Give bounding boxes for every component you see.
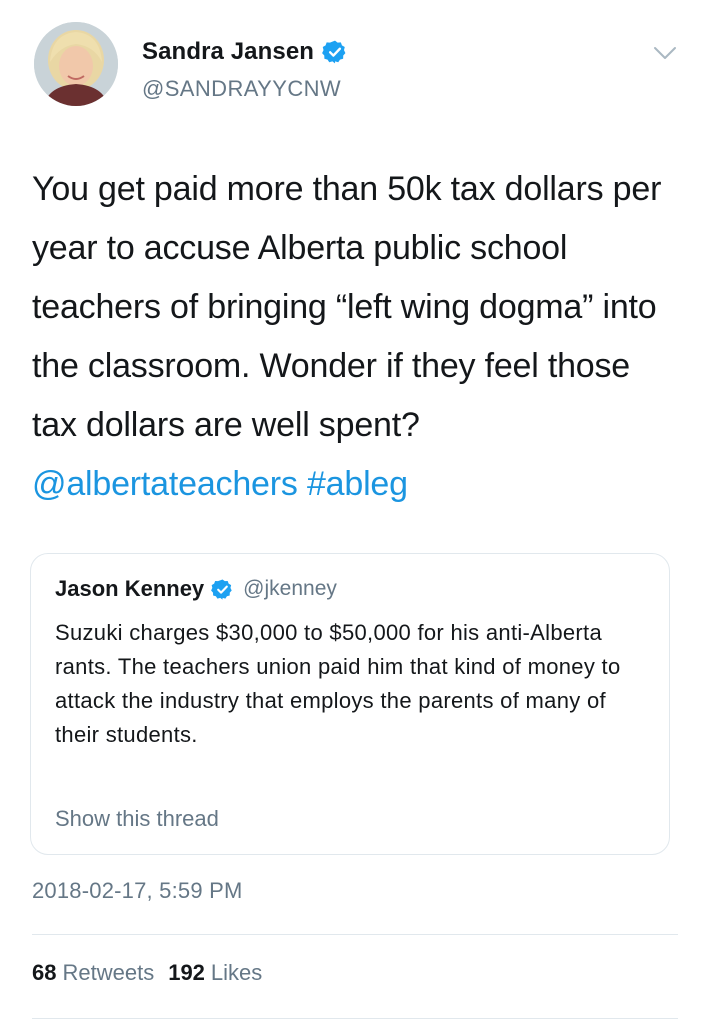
tweet-text: You get paid more than 50k tax dollars p…: [32, 160, 682, 514]
mention-link[interactable]: @albertateachers: [32, 465, 298, 503]
quoted-tweet-card[interactable]: Jason Kenney @jkenney Suzuki charges $30…: [30, 553, 670, 855]
hashtag-link[interactable]: #ableg: [307, 465, 408, 503]
likes-label[interactable]: Likes: [211, 960, 262, 986]
quoted-author-handle: @jkenney: [243, 577, 337, 600]
author-handle[interactable]: @SANDRAYYCNW: [142, 76, 341, 102]
verified-badge-icon: [211, 578, 234, 601]
divider: [32, 1018, 678, 1019]
quoted-tweet-text: Suzuki charges $30,000 to $50,000 for hi…: [55, 620, 621, 747]
verified-badge-icon: [322, 39, 348, 65]
profile-photo-icon: [34, 22, 118, 106]
author-avatar[interactable]: [34, 22, 118, 106]
retweets-label[interactable]: Retweets: [62, 960, 154, 986]
show-thread-link[interactable]: Show this thread: [55, 806, 219, 832]
likes-count[interactable]: 192: [168, 960, 205, 986]
author-display-name[interactable]: Sandra Jansen: [142, 38, 314, 66]
retweets-count[interactable]: 68: [32, 960, 56, 986]
tweet-timestamp[interactable]: 2018-02-17, 5:59 PM: [32, 878, 243, 904]
author-name-row: Sandra Jansen: [142, 36, 348, 68]
quoted-tweet-header: Jason Kenney @jkenney: [55, 574, 337, 604]
tweet-stats: 68 Retweets 192 Likes: [32, 960, 276, 986]
divider: [32, 934, 678, 935]
tweet-card: Sandra Jansen @SANDRAYYCNW You get paid …: [0, 0, 702, 1024]
tweet-text-body: You get paid more than 50k tax dollars p…: [32, 170, 662, 444]
chevron-down-icon[interactable]: [652, 44, 678, 62]
quoted-author-name: Jason Kenney: [55, 576, 205, 601]
